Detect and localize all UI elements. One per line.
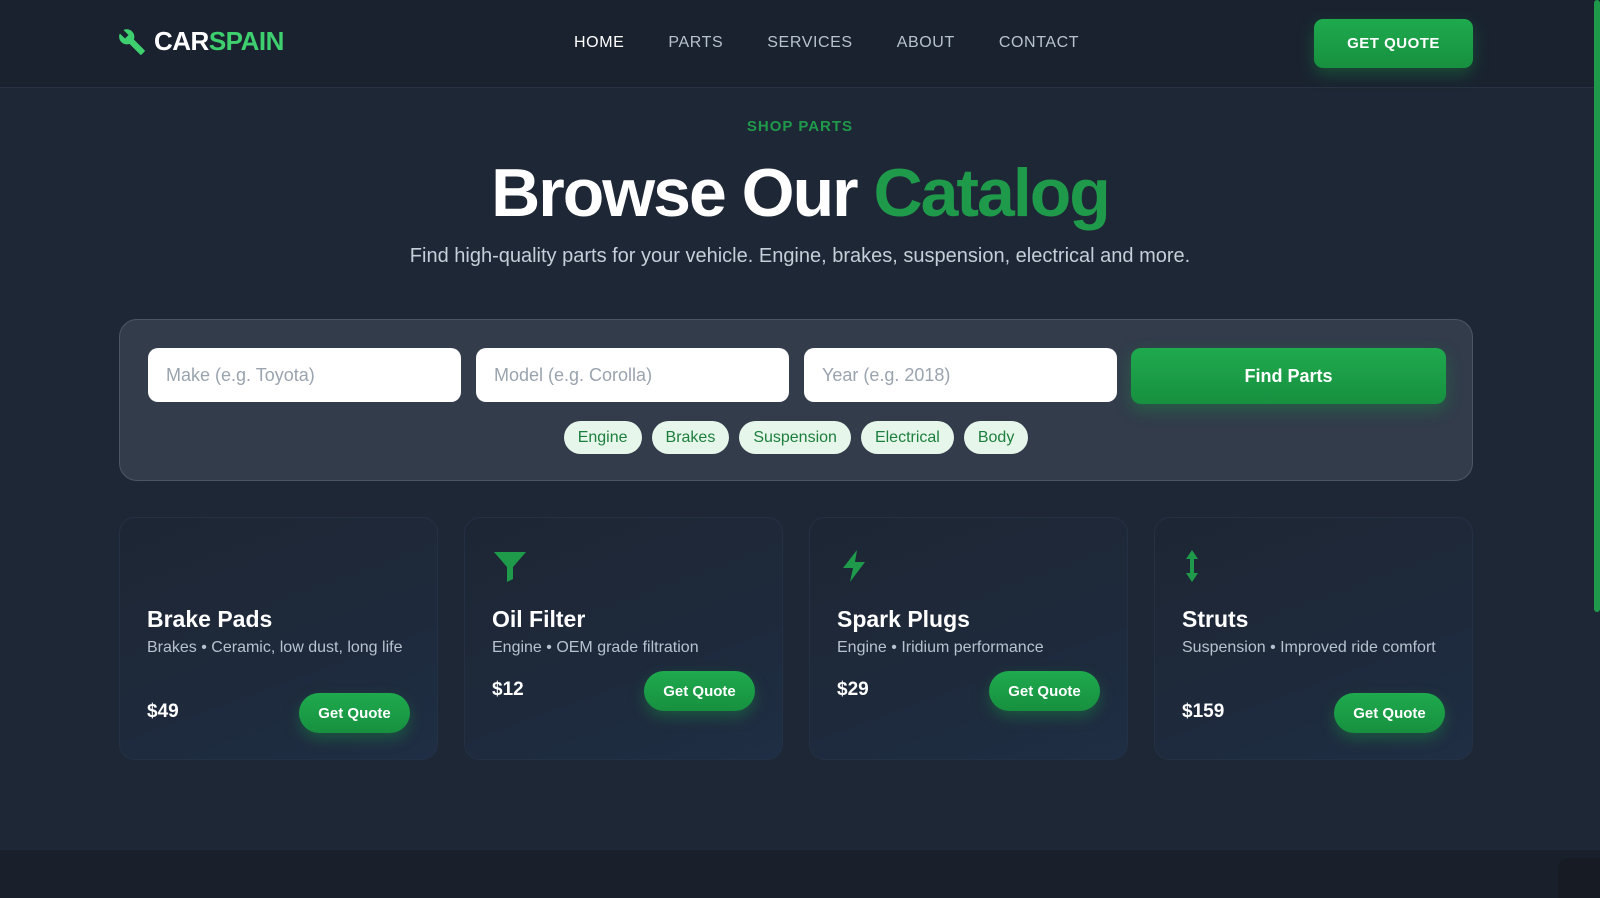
chip-engine[interactable]: Engine xyxy=(563,421,642,454)
brand-name: CARSPAIN xyxy=(154,26,284,57)
product-description: Engine • Iridium performance xyxy=(837,639,1044,656)
brand-name-car: CAR xyxy=(154,26,209,56)
page-title-white: Browse Our xyxy=(491,155,858,231)
wrench-icon xyxy=(119,28,145,55)
product-price: $159 xyxy=(1182,701,1225,722)
product-title: Brake Pads xyxy=(147,606,273,632)
find-parts-button[interactable]: Find Parts xyxy=(1131,348,1446,404)
chip-suspension[interactable]: Suspension xyxy=(739,421,851,454)
nav-about[interactable]: ABOUT xyxy=(897,34,955,52)
product-price: $12 xyxy=(492,679,524,700)
page-title: Browse Our Catalog xyxy=(0,155,1600,231)
product-card-spark-plugs[interactable]: Spark Plugs Engine • Iridium performance… xyxy=(809,517,1128,760)
product-title: Oil Filter xyxy=(492,606,586,632)
get-quote-button[interactable]: Get Quote xyxy=(644,671,755,711)
page-title-green: Catalog xyxy=(873,155,1110,231)
brand-logo[interactable]: CARSPAIN xyxy=(118,26,284,57)
section-eyebrow: SHOP PARTS xyxy=(746,118,854,135)
chip-body[interactable]: Body xyxy=(963,421,1029,454)
parts-search-panel: Find Parts Engine Brakes Suspension Elec… xyxy=(119,319,1473,481)
hero-section: SHOP PARTS Browse Our Catalog Find high-… xyxy=(0,88,1600,268)
get-quote-button[interactable]: Get Quote xyxy=(989,671,1100,711)
product-price: $29 xyxy=(837,679,869,700)
get-quote-button[interactable]: Get Quote xyxy=(1334,693,1445,733)
page-subtitle: Find high-quality parts for your vehicle… xyxy=(409,245,1191,267)
nav-services[interactable]: SERVICES xyxy=(767,34,852,52)
vertical-arrows-icon xyxy=(1186,550,1198,582)
year-input[interactable] xyxy=(804,348,1117,402)
product-card-oil-filter[interactable]: Oil Filter Engine • OEM grade filtration… xyxy=(464,517,783,760)
chip-brakes[interactable]: Brakes xyxy=(651,421,730,454)
nav-home[interactable]: HOME xyxy=(574,34,624,52)
product-price: $49 xyxy=(147,701,179,722)
product-title: Spark Plugs xyxy=(837,606,970,632)
nav-contact[interactable]: CONTACT xyxy=(999,34,1079,52)
brand-name-spain: SPAIN xyxy=(208,26,285,56)
product-grid: Brake Pads Brakes • Ceramic, low dust, l… xyxy=(119,517,1473,760)
footer-band xyxy=(0,850,1600,898)
get-quote-button[interactable]: Get Quote xyxy=(299,693,410,733)
top-navbar: CARSPAIN HOME PARTS SERVICES ABOUT CONTA… xyxy=(0,0,1600,88)
product-card-struts[interactable]: Struts Suspension • Improved ride comfor… xyxy=(1154,517,1473,760)
lightning-icon xyxy=(843,550,865,582)
category-chips: Engine Brakes Suspension Electrical Body xyxy=(120,421,1472,454)
chat-widget-button[interactable] xyxy=(1558,858,1600,898)
product-description: Suspension • Improved ride comfort xyxy=(1182,639,1436,656)
filter-icon xyxy=(494,552,526,582)
product-description: Brakes • Ceramic, low dust, long life xyxy=(147,639,403,656)
brake-icon xyxy=(147,548,183,584)
main-nav: HOME PARTS SERVICES ABOUT CONTACT xyxy=(574,34,1123,52)
product-title: Struts xyxy=(1182,606,1249,632)
nav-parts[interactable]: PARTS xyxy=(668,34,723,52)
model-input[interactable] xyxy=(476,348,789,402)
product-description: Engine • OEM grade filtration xyxy=(492,639,699,656)
make-input[interactable] xyxy=(148,348,461,402)
chip-electrical[interactable]: Electrical xyxy=(860,421,954,454)
product-card-brake-pads[interactable]: Brake Pads Brakes • Ceramic, low dust, l… xyxy=(119,517,438,760)
get-quote-header-button[interactable]: GET QUOTE xyxy=(1314,19,1473,68)
